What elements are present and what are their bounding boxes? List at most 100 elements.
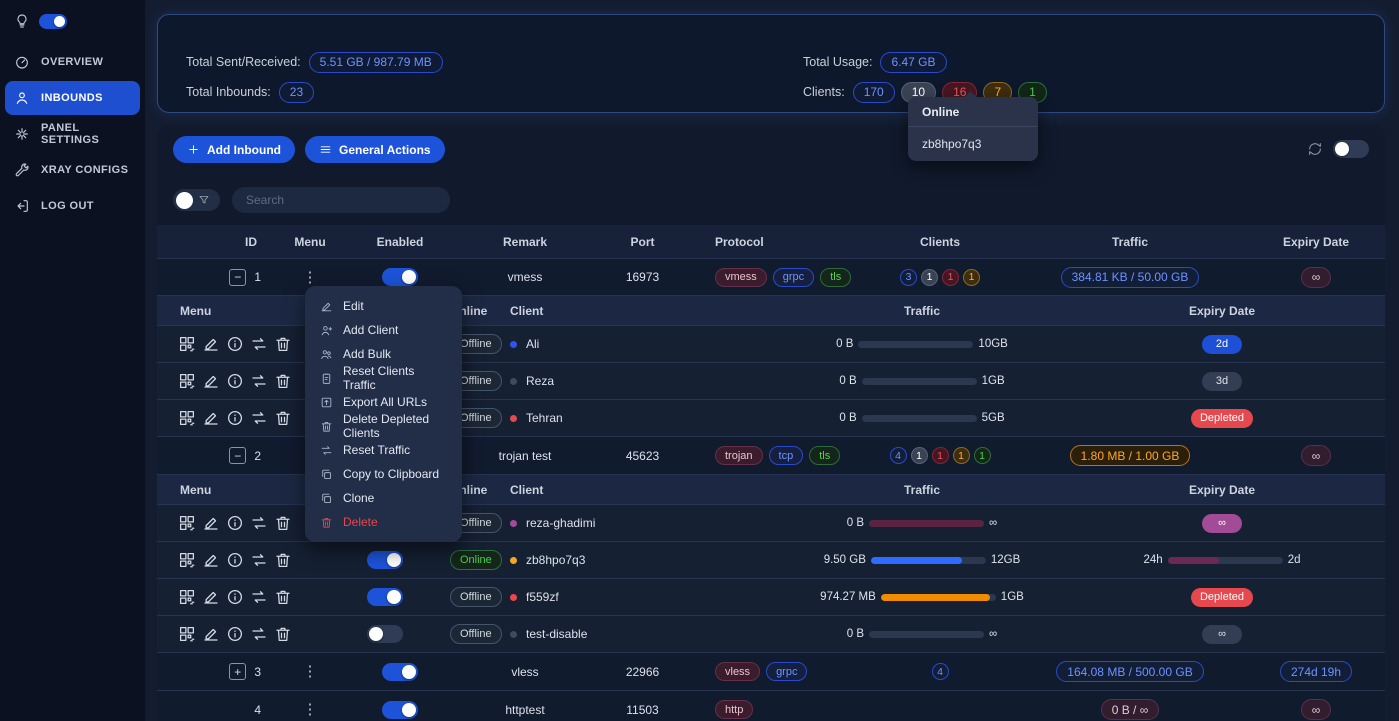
expiry-badge: Depleted	[1190, 587, 1254, 607]
refresh-icon[interactable]	[1307, 141, 1323, 157]
info-icon[interactable]	[226, 335, 244, 353]
client-enabled-toggle[interactable]	[367, 625, 403, 643]
edit-icon[interactable]	[202, 514, 220, 532]
inbound-id: 4	[254, 702, 261, 717]
info-icon[interactable]	[226, 514, 244, 532]
sidebar-item-xray-configs[interactable]: XRAY CONFIGS	[5, 153, 140, 187]
reset-traffic-icon[interactable]	[250, 335, 268, 353]
client-enabled-toggle[interactable]	[367, 551, 403, 569]
sidebar-item-inbounds[interactable]: INBOUNDS	[5, 81, 140, 115]
menu-item-label: Delete Depleted Clients	[343, 412, 430, 440]
delete-icon[interactable]	[274, 335, 292, 353]
edit-icon[interactable]	[202, 409, 220, 427]
sidebar-item-panel-settings[interactable]: PANEL SETTINGS	[5, 117, 140, 151]
edit-icon[interactable]	[202, 372, 220, 390]
menu-item-reset-clients-traffic[interactable]: Reset Clients Traffic	[305, 364, 462, 392]
traffic-badge: 384.81 KB / 50.00 GB	[1060, 266, 1200, 288]
delete-icon[interactable]	[274, 551, 292, 569]
auto-refresh-toggle[interactable]	[1333, 140, 1369, 158]
online-status-badge: Online	[450, 550, 502, 570]
inbound-port: 22966	[625, 664, 660, 679]
edit-icon[interactable]	[202, 588, 220, 606]
menu-item-export-all-urls[interactable]: Export All URLs	[305, 390, 462, 414]
qrcode-icon[interactable]	[178, 372, 196, 390]
inbound-enabled-toggle[interactable]	[382, 700, 418, 719]
info-icon[interactable]	[226, 409, 244, 427]
inbound-context-menu: Edit Add Client Add Bulk Reset Clients T…	[305, 286, 462, 542]
client-name: Reza	[526, 374, 555, 388]
reset-traffic-icon[interactable]	[250, 551, 268, 569]
row-menu-icon[interactable]: ⋮	[303, 664, 318, 679]
expiry-badge: 3d	[1202, 371, 1242, 391]
client-count-depleting: 1	[963, 268, 980, 286]
transport-badge: grpc	[766, 662, 808, 681]
expiry-badge: 2d	[1202, 334, 1242, 354]
qrcode-icon[interactable]	[178, 514, 196, 532]
row-menu-icon[interactable]: ⋮	[303, 702, 318, 717]
inbound-id: 1	[254, 270, 261, 284]
popover-client-name: zb8hpo7q3	[922, 137, 982, 151]
menu-item-clone[interactable]: Clone	[305, 486, 462, 510]
reset-traffic-icon[interactable]	[250, 372, 268, 390]
menu-item-reset-traffic[interactable]: Reset Traffic	[305, 438, 462, 462]
menu-item-delete-depleted-clients[interactable]: Delete Depleted Clients	[305, 412, 462, 440]
protocol-badge: http	[715, 700, 754, 719]
menu-item-add-bulk[interactable]: Add Bulk	[305, 342, 462, 366]
client-row-f559zf: Offline f559zf 974.27 MB 1GB Depleted	[157, 578, 1385, 615]
delete-icon[interactable]	[274, 372, 292, 390]
collapse-icon[interactable]: −	[229, 268, 247, 286]
qrcode-icon[interactable]	[178, 409, 196, 427]
general-actions-button[interactable]: General Actions	[304, 136, 445, 163]
search-input[interactable]	[232, 187, 450, 213]
qrcode-icon[interactable]	[178, 551, 196, 569]
general-actions-label: General Actions	[338, 142, 431, 157]
online-status-badge: Offline	[450, 624, 502, 644]
delete-icon[interactable]	[274, 409, 292, 427]
inbound-enabled-toggle[interactable]	[382, 268, 418, 286]
collapse-icon[interactable]: −	[229, 447, 247, 464]
menu-item-copy-to-clipboard[interactable]: Copy to Clipboard	[305, 462, 462, 486]
sidebar-item-overview[interactable]: OVERVIEW	[5, 45, 140, 79]
info-icon[interactable]	[226, 588, 244, 606]
expiry-badge: 274d 19h	[1279, 661, 1353, 682]
reset-traffic-icon[interactable]	[250, 588, 268, 606]
client-row-zb8hpo7q3: Online zb8hpo7q3 9.50 GB 12GB 24h 2d	[157, 541, 1385, 578]
reset-traffic-icon[interactable]	[250, 409, 268, 427]
info-icon[interactable]	[226, 625, 244, 643]
expiry-progress-bar	[1167, 556, 1283, 564]
add-inbound-button[interactable]: Add Inbound	[173, 136, 295, 163]
delete-icon[interactable]	[274, 625, 292, 643]
subcol-client: Client	[510, 303, 544, 318]
delete-icon[interactable]	[274, 514, 292, 532]
client-name: test-disable	[526, 627, 588, 641]
theme-toggle[interactable]	[39, 13, 67, 29]
total-usage-label: Total Usage:	[803, 55, 873, 69]
info-icon[interactable]	[226, 372, 244, 390]
menu-item-label: Add Bulk	[343, 347, 392, 361]
edit-icon[interactable]	[202, 625, 220, 643]
qrcode-icon[interactable]	[178, 588, 196, 606]
client-color-dot	[510, 414, 517, 422]
row-menu-icon[interactable]: ⋮	[303, 270, 318, 285]
menu-item-label: Add Client	[343, 323, 399, 337]
menu-item-edit[interactable]: Edit	[305, 294, 462, 318]
qrcode-icon[interactable]	[178, 625, 196, 643]
reset-traffic-icon[interactable]	[250, 514, 268, 532]
expand-icon[interactable]: +	[229, 663, 247, 680]
expiry-total: 2d	[1287, 554, 1301, 566]
inbound-enabled-toggle[interactable]	[382, 662, 418, 681]
client-enabled-toggle[interactable]	[367, 588, 403, 606]
edit-icon[interactable]	[202, 335, 220, 353]
reset-traffic-icon[interactable]	[250, 625, 268, 643]
filter-toggle-knob	[176, 191, 193, 209]
menu-item-add-client[interactable]: Add Client	[305, 318, 462, 342]
sidebar-item-log-out[interactable]: LOG OUT	[5, 189, 140, 223]
filter-toggle[interactable]	[173, 189, 220, 211]
menu-item-label: Reset Traffic	[343, 443, 411, 457]
edit-icon[interactable]	[202, 551, 220, 569]
menu-item-delete[interactable]: Delete	[305, 510, 462, 534]
delete-icon[interactable]	[274, 588, 292, 606]
client-count-total: 4	[931, 663, 949, 680]
qrcode-icon[interactable]	[178, 335, 196, 353]
info-icon[interactable]	[226, 551, 244, 569]
